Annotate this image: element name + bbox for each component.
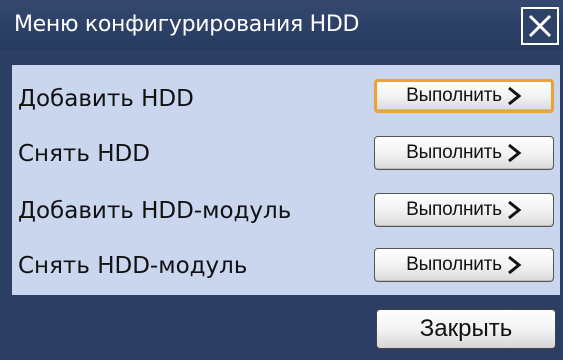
hdd-config-dialog: Меню конфигурирования HDD Добавить HDD В… xyxy=(0,0,563,360)
options-panel: Добавить HDD Выполнить Снять HDD Выполни… xyxy=(12,65,560,295)
close-button-label: Закрыть xyxy=(419,315,513,342)
button-label: Выполнить xyxy=(406,199,502,220)
close-button[interactable]: Закрыть xyxy=(376,309,556,349)
button-label: Выполнить xyxy=(406,254,502,275)
chevron-right-icon xyxy=(507,255,522,275)
title-bar: Меню конфигурирования HDD xyxy=(0,0,563,50)
chevron-right-icon xyxy=(507,86,522,106)
row-label-remove-hdd: Снять HDD xyxy=(18,141,150,167)
close-x-icon xyxy=(528,14,552,38)
button-label: Выполнить xyxy=(406,142,502,163)
execute-add-hdd-module-button[interactable]: Выполнить xyxy=(374,193,554,227)
row-label-add-hdd: Добавить HDD xyxy=(18,86,194,112)
chevron-right-icon xyxy=(507,143,522,163)
close-dialog-button[interactable] xyxy=(521,7,559,45)
row-label-add-hdd-module: Добавить HDD-модуль xyxy=(18,198,292,224)
dialog-title: Меню конфигурирования HDD xyxy=(14,12,360,37)
execute-remove-hdd-module-button[interactable]: Выполнить xyxy=(374,248,554,282)
execute-add-hdd-button[interactable]: Выполнить xyxy=(374,79,554,113)
chevron-right-icon xyxy=(507,200,522,220)
button-label: Выполнить xyxy=(406,85,502,106)
execute-remove-hdd-button[interactable]: Выполнить xyxy=(374,136,554,170)
row-label-remove-hdd-module: Снять HDD-модуль xyxy=(18,253,248,279)
